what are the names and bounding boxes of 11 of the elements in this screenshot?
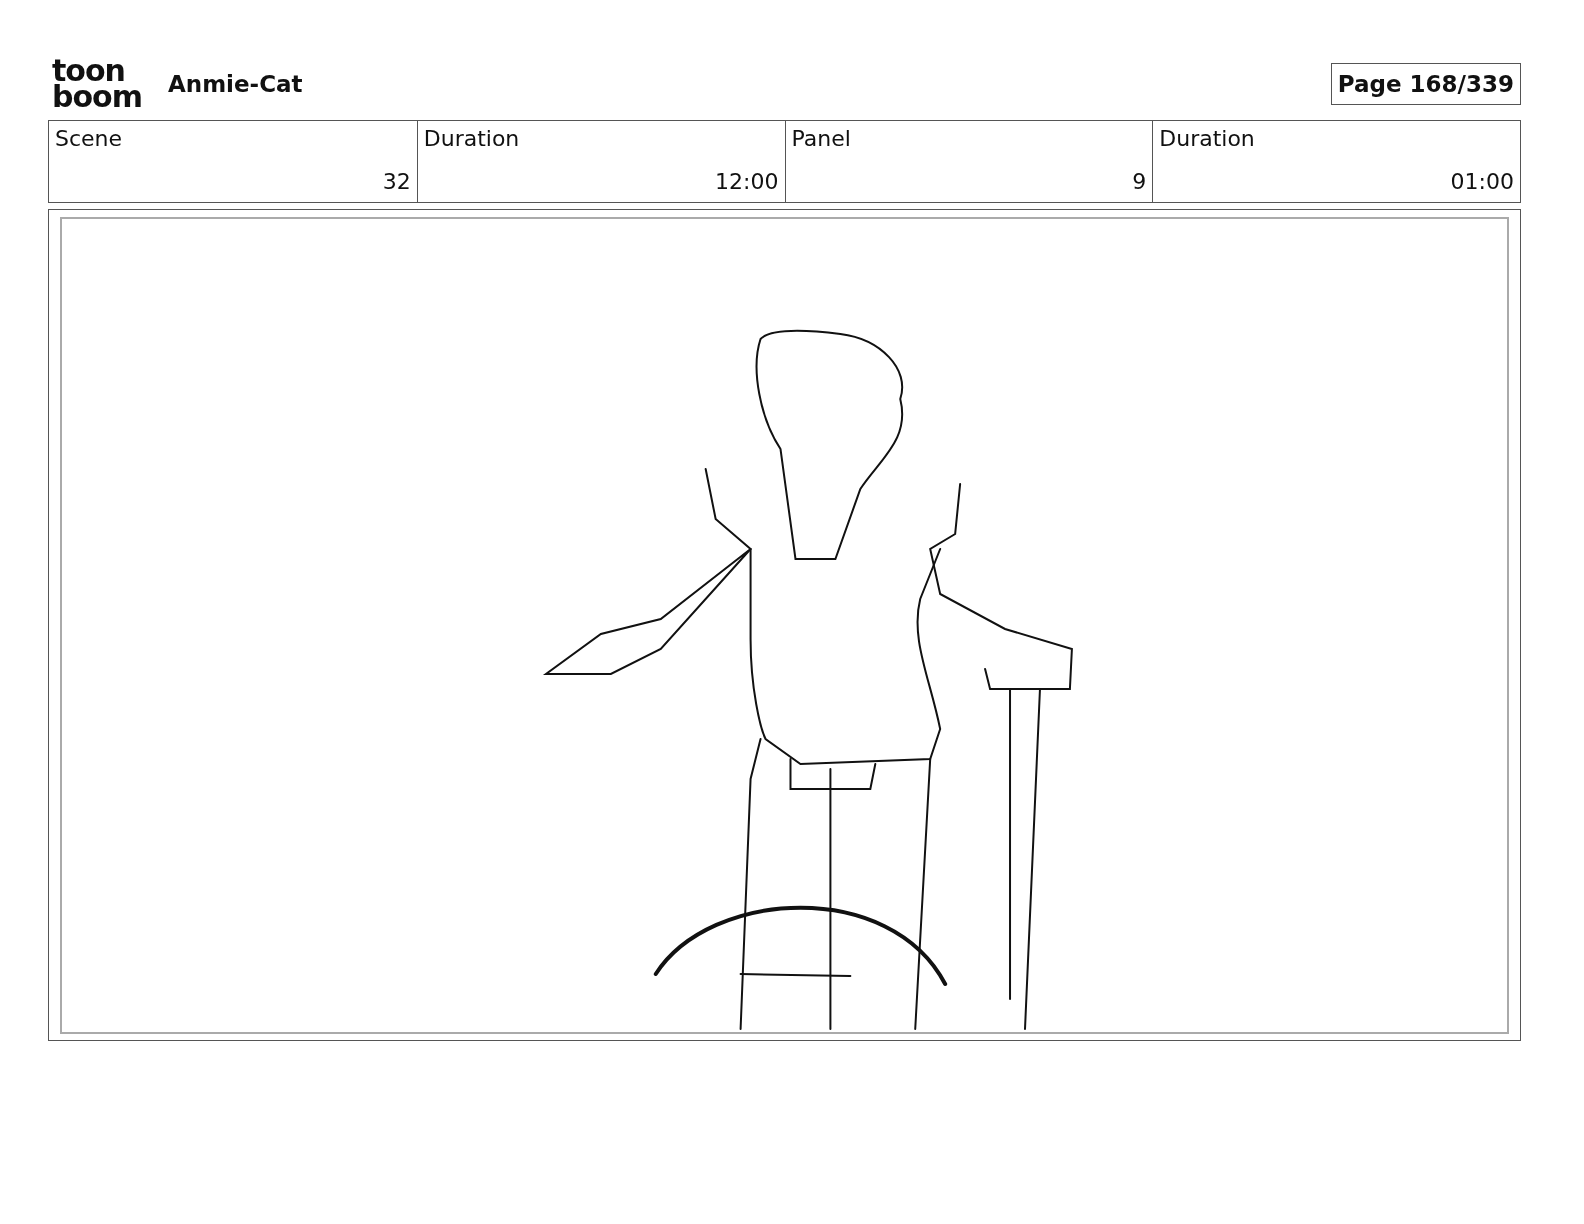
table-cell: 12:00 (715, 169, 779, 194)
column-header: Duration (423, 126, 521, 151)
column-header: Panel (791, 126, 852, 151)
page-number: Page 168/339 (1330, 63, 1521, 105)
column-header: Scene (55, 126, 124, 151)
logo: toon boom (52, 58, 142, 110)
project-title: Anmie-Cat (167, 71, 303, 97)
table-cell: 9 (1132, 169, 1147, 194)
table-cell: 01:00 (1450, 169, 1514, 194)
column-header: Duration (1159, 126, 1256, 151)
table-cell: 32 (382, 169, 411, 194)
